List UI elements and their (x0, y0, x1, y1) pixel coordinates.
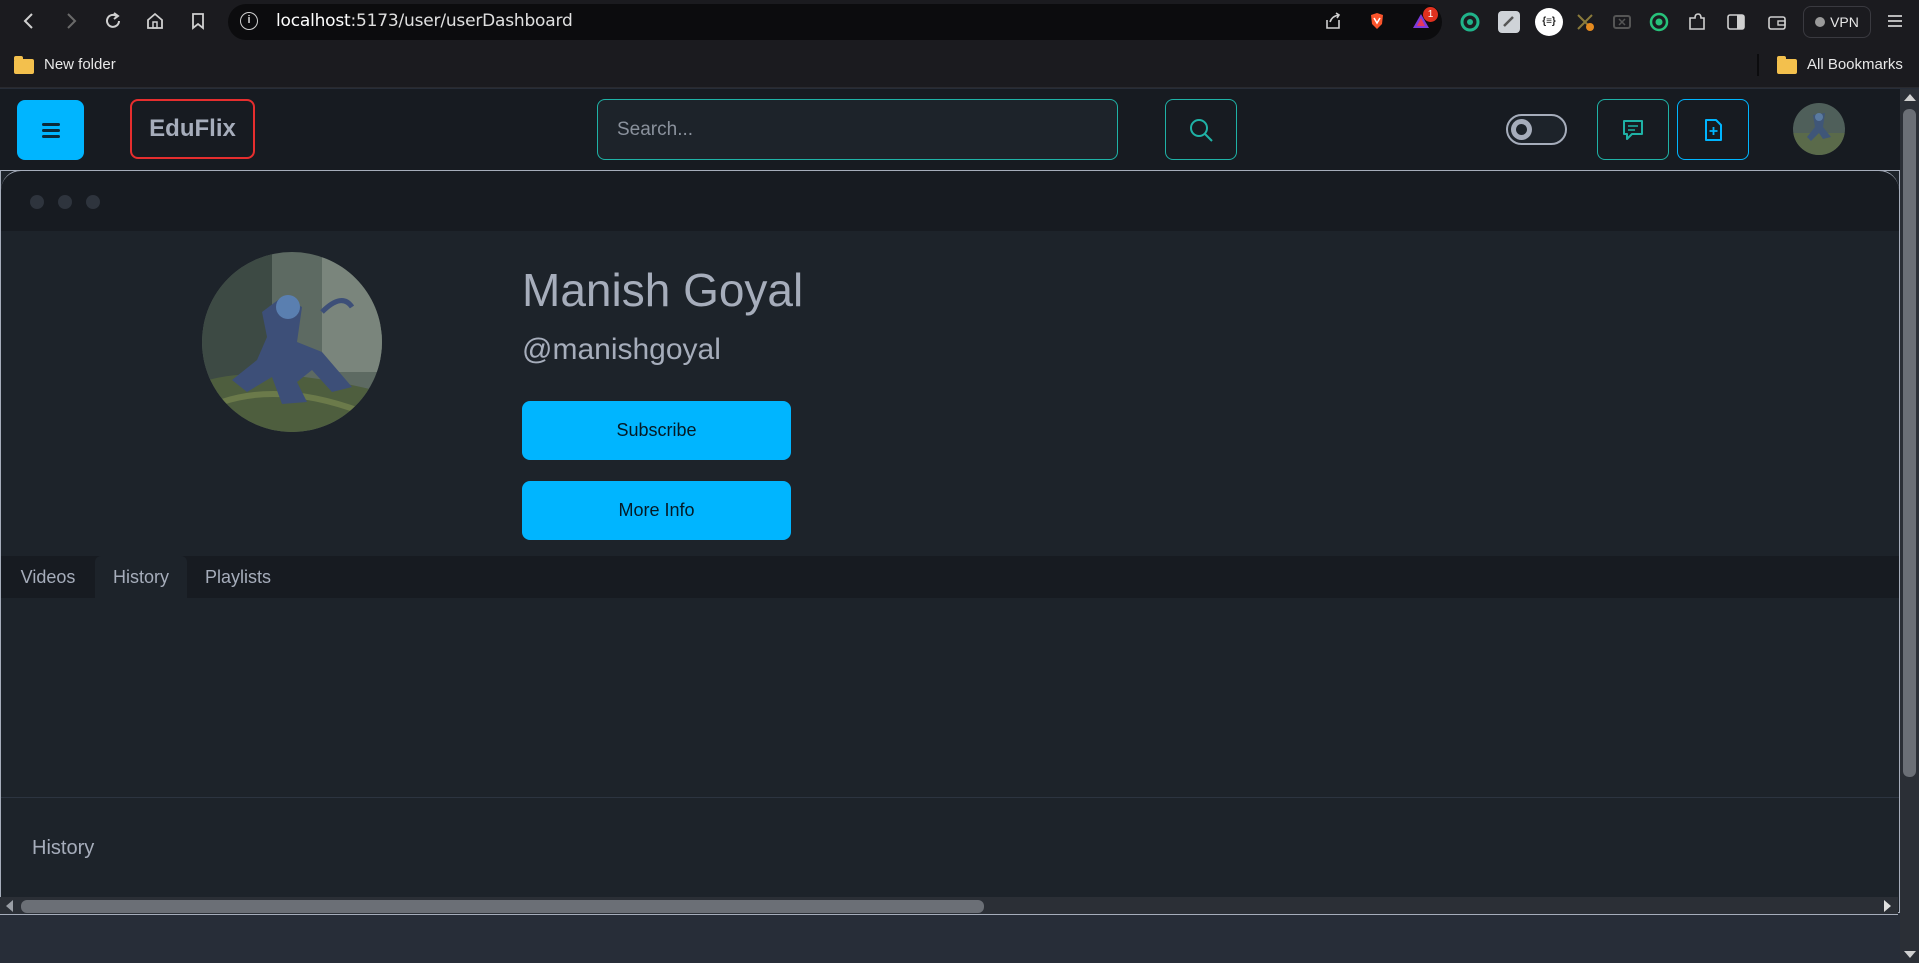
panel-caption-text: History (32, 837, 95, 859)
tab-panel (1, 598, 1899, 798)
horizontal-scroll-thumb[interactable] (21, 900, 984, 913)
mockup-titlebar (1, 170, 1899, 231)
app-navbar: EduFlix (0, 89, 1900, 171)
json-extension-icon[interactable]: {≡} (1535, 8, 1563, 36)
profile-mockup-window: Manish Goyal @manishgoyal Subscribe More… (0, 170, 1900, 913)
brave-shield-icon[interactable] (1364, 8, 1390, 34)
more-info-button[interactable]: More Info (522, 481, 791, 540)
vertical-scrollbar[interactable] (1900, 89, 1919, 963)
horizontal-scrollbar[interactable] (0, 897, 1898, 915)
user-avatar[interactable] (1793, 103, 1845, 155)
search-input[interactable] (597, 99, 1118, 160)
scroll-up-icon[interactable] (1904, 94, 1916, 101)
bookmark-icon[interactable] (185, 8, 211, 34)
avatar-image (1793, 103, 1845, 155)
notes-extension-icon[interactable] (1498, 11, 1520, 33)
theme-toggle[interactable] (1506, 114, 1567, 145)
tab-playlists[interactable]: Playlists (194, 556, 282, 598)
media-extension-icon[interactable] (1611, 11, 1633, 33)
page: EduFlix Search... Manish Goyal @manishgo… (0, 89, 1900, 963)
search-button[interactable] (1165, 99, 1237, 160)
bookmark-new-folder[interactable]: New folder (44, 56, 116, 73)
add-file-icon (1705, 118, 1722, 141)
profile-tabs: Videos History Playlists (1, 556, 1899, 598)
profile-name: Manish Goyal (522, 264, 804, 316)
extensions-puzzle-icon[interactable] (1686, 11, 1708, 33)
brand-logo[interactable]: EduFlix (130, 99, 255, 159)
menu-button[interactable] (17, 100, 84, 160)
tab-videos[interactable]: Videos (5, 556, 91, 598)
folder-icon (1777, 56, 1797, 74)
notification-badge: 1 (1423, 7, 1438, 22)
wallet-icon[interactable] (1766, 11, 1788, 33)
panel-caption: History (1, 799, 1899, 893)
profile-image (202, 252, 382, 432)
vpn-button[interactable]: VPN (1803, 6, 1871, 38)
tools-extension-icon[interactable] (1574, 11, 1596, 33)
window-dot-icon (58, 195, 72, 209)
theme-sun-icon (1511, 119, 1532, 140)
vertical-scroll-thumb[interactable] (1903, 109, 1916, 777)
chat-icon (1623, 119, 1643, 140)
browser-toolbar: i localhost:5173/user/userDashboard 1 {≡… (0, 0, 1919, 44)
subscribe-button[interactable]: Subscribe (522, 401, 791, 460)
chatgpt-extension-icon[interactable] (1459, 11, 1481, 33)
share-icon[interactable] (1320, 8, 1346, 34)
sidebar-toggle-icon[interactable] (1725, 11, 1747, 33)
url-text[interactable]: localhost:5173/user/userDashboard (276, 11, 573, 31)
bookmarks-bar: New folder All Bookmarks (0, 44, 1919, 88)
target-extension-icon[interactable] (1648, 11, 1670, 33)
vpn-status-icon (1815, 17, 1826, 27)
window-dot-icon (30, 195, 44, 209)
upload-button[interactable] (1677, 99, 1749, 160)
search-icon (1190, 118, 1213, 142)
window-dot-icon (86, 195, 100, 209)
reload-icon[interactable] (100, 8, 126, 34)
hamburger-icon (41, 123, 60, 138)
site-info-icon[interactable]: i (240, 12, 258, 30)
bookmark-all-bookmarks[interactable]: All Bookmarks (1807, 56, 1903, 73)
browser-menu-icon[interactable] (1882, 8, 1908, 34)
profile-avatar (202, 252, 382, 432)
scroll-down-icon[interactable] (1904, 951, 1916, 958)
scroll-left-icon[interactable] (6, 900, 13, 912)
bookmarks-divider (1757, 54, 1759, 76)
url-path: :5173/user/userDashboard (350, 11, 573, 31)
back-icon[interactable] (16, 8, 42, 34)
home-icon[interactable] (142, 8, 168, 34)
vpn-label: VPN (1830, 14, 1859, 30)
scroll-right-icon[interactable] (1884, 900, 1891, 912)
tab-history[interactable]: History (95, 556, 187, 598)
profile-handle: @manishgoyal (522, 333, 721, 366)
folder-icon (14, 56, 34, 74)
url-host: localhost (276, 11, 351, 31)
forward-icon[interactable] (58, 8, 84, 34)
chat-button[interactable] (1597, 99, 1669, 160)
